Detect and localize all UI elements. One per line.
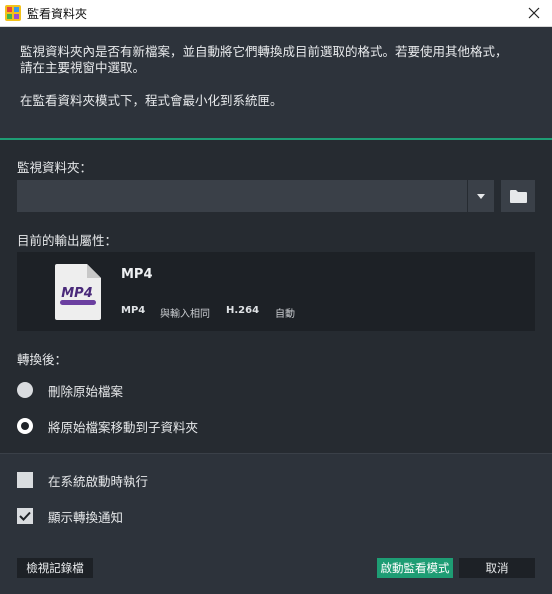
view-log-button[interactable]: 檢視記錄檔 — [17, 558, 93, 578]
format-name: MP4 — [121, 267, 153, 282]
checkmark-icon — [19, 511, 31, 521]
checkbox-show-notification[interactable]: 顯示轉換通知 — [17, 506, 123, 526]
info-text-line-2: 請在主要視窗中選取。 — [20, 60, 146, 75]
radio-button[interactable] — [17, 382, 33, 398]
cancel-button[interactable]: 取消 — [459, 558, 535, 578]
file-icon-text: MP4 — [61, 286, 93, 301]
browse-folder-button[interactable] — [501, 180, 535, 212]
radio-move-to-subfolder[interactable]: 將原始檔案移動到子資料夾 — [17, 416, 198, 436]
watch-folder-label: 監視資料夾： — [17, 160, 93, 175]
checkbox-label: 顯示轉換通知 — [48, 509, 124, 525]
output-properties-panel: MP4 MP4 MP4 與輸入相同 H.264 自動 — [17, 252, 535, 331]
chevron-down-icon — [477, 193, 485, 199]
checkbox-label: 在系統啟動時執行 — [48, 473, 149, 489]
start-watch-mode-button[interactable]: 啟動監看模式 — [377, 558, 453, 578]
close-button[interactable] — [516, 0, 552, 26]
checkbox-run-on-startup[interactable]: 在系統啟動時執行 — [17, 470, 148, 490]
format-resolution: 與輸入相同 — [160, 309, 210, 320]
radio-label: 刪除原始檔案 — [48, 383, 124, 399]
after-conversion-label: 轉換後： — [17, 352, 68, 367]
radio-delete-original[interactable]: 刪除原始檔案 — [17, 380, 123, 400]
format-codec: H.264 — [226, 305, 260, 316]
info-text-line-3: 在監看資料夾模式下，程式會最小化到系統匣。 — [20, 93, 283, 108]
radio-label: 將原始檔案移動到子資料夾 — [48, 419, 199, 435]
radio-button-selected[interactable] — [17, 418, 33, 434]
output-properties-label: 目前的輸出屬性： — [17, 233, 118, 248]
folder-icon — [509, 189, 527, 203]
mp4-file-icon: MP4 — [55, 264, 101, 320]
folder-dropdown-button[interactable] — [468, 180, 494, 212]
watch-folder-input[interactable] — [17, 180, 467, 212]
info-section: 監視資料夾內是否有新檔案，並自動將它們轉換成目前選取的格式。若要使用其他格式， … — [0, 27, 552, 138]
title-bar: 監看資料夾 — [0, 0, 552, 27]
format-bitrate: 自動 — [275, 309, 295, 320]
app-icon — [5, 5, 21, 21]
close-icon — [528, 7, 540, 19]
bottom-section: 在系統啟動時執行 顯示轉換通知 檢視記錄檔 啟動監看模式 取消 — [0, 453, 552, 594]
main-section: 監視資料夾： 目前的輸出屬性： MP4 MP4 MP4 與輸入相同 H.264 … — [0, 140, 552, 453]
checkbox[interactable] — [17, 472, 33, 488]
checkbox-checked[interactable] — [17, 508, 33, 524]
window-title: 監看資料夾 — [27, 7, 88, 21]
info-text-line-1: 監視資料夾內是否有新檔案，並自動將它們轉換成目前選取的格式。若要使用其他格式， — [20, 44, 508, 59]
format-container: MP4 — [121, 305, 146, 316]
